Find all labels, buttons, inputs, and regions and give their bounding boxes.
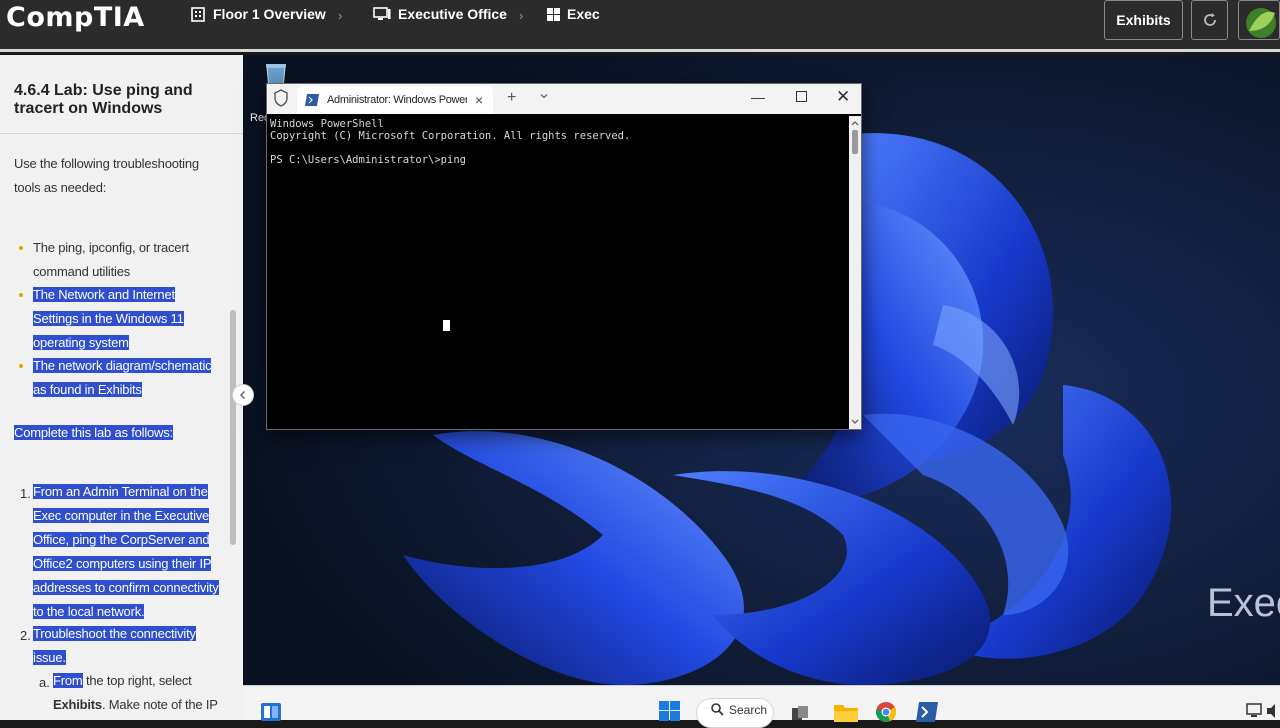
scrollbar-thumb[interactable] — [852, 130, 858, 154]
powershell-window[interactable]: Administrator: Windows PowerShell × + — … — [266, 83, 862, 430]
breadcrumb-label: Executive Office — [398, 6, 507, 22]
chevron-down-icon[interactable] — [849, 417, 861, 427]
tool-item: The network diagram/schematic as found i… — [33, 354, 215, 402]
tool-item-text: The network diagram/schematic as found i… — [33, 358, 212, 397]
widgets-icon[interactable] — [260, 702, 282, 722]
panel-scrollbar[interactable] — [230, 310, 236, 545]
comptia-logo: CompTIA — [6, 2, 145, 33]
close-icon[interactable]: ✕ — [836, 87, 850, 107]
collapse-panel-button[interactable] — [232, 384, 254, 406]
terminal-output[interactable]: Windows PowerShell Copyright (C) Microso… — [267, 114, 847, 429]
chevron-down-icon[interactable] — [539, 91, 549, 101]
top-bar: CompTIA Floor 1 Overview › Executive Off… — [0, 0, 1280, 52]
bullet — [19, 246, 23, 250]
step-number: 2. — [20, 628, 31, 643]
refresh-icon — [1203, 13, 1216, 26]
text-cursor — [443, 320, 450, 331]
close-tab-icon[interactable]: × — [475, 92, 483, 108]
bullet — [19, 364, 23, 368]
new-tab-icon[interactable]: + — [507, 89, 516, 107]
breadcrumb-floor-overview[interactable]: Floor 1 Overview — [190, 6, 326, 22]
tool-item: The ping, ipconfig, or tracert command u… — [33, 236, 223, 284]
minimize-icon[interactable]: — — [751, 89, 765, 105]
substep-text-start: From — [53, 673, 83, 688]
divider — [0, 133, 243, 134]
shield-icon — [274, 89, 288, 107]
tool-item: The Network and Internet Settings in the… — [33, 283, 223, 355]
maximize-icon[interactable] — [796, 91, 807, 102]
bullet — [19, 293, 23, 297]
substep-text-rest: the top right, select — [82, 673, 192, 688]
terminal-tab[interactable]: Administrator: Windows PowerShell × — [297, 86, 493, 114]
volume-tray-icon[interactable] — [1266, 703, 1280, 719]
chevron-left-icon — [239, 390, 246, 400]
tool-item-text: The Network and Internet Settings in the… — [33, 287, 184, 350]
taskbar: Search — [243, 685, 1280, 728]
instructions-heading-text: Complete this lab as follows: — [14, 425, 173, 440]
file-explorer-icon[interactable] — [834, 702, 858, 722]
step-text: From an Admin Terminal on the Exec compu… — [33, 484, 219, 619]
task-view-icon[interactable] — [792, 706, 808, 720]
chevron-right-icon: › — [519, 8, 524, 23]
instructions-heading: Complete this lab as follows: — [14, 421, 214, 445]
powershell-icon — [305, 94, 319, 106]
chevron-right-icon: › — [338, 8, 343, 23]
search-icon — [711, 703, 724, 716]
taskbar-search[interactable]: Search — [696, 698, 774, 728]
tool-item-text: The ping, ipconfig, or tracert command u… — [33, 240, 189, 279]
terminal-icon[interactable] — [916, 702, 938, 722]
chevron-up-icon[interactable] — [849, 118, 861, 128]
step-item: From an Admin Terminal on the Exec compu… — [33, 480, 225, 624]
step-number: 1. — [20, 486, 31, 501]
terminal-tab-title: Administrator: Windows PowerShell — [327, 94, 467, 106]
building-icon — [191, 7, 205, 22]
settings-button[interactable] — [1238, 0, 1280, 40]
lab-intro: Use the following troubleshooting tools … — [14, 156, 199, 195]
refresh-button[interactable] — [1191, 0, 1228, 40]
step-item: Troubleshoot the connectivity issue. — [33, 622, 213, 670]
lab-title: 4.6.4 Lab: Use ping and tracert on Windo… — [14, 82, 193, 117]
substep-item: From the top right, select Exhibits. Mak… — [53, 669, 228, 717]
terminal-scrollbar[interactable] — [849, 116, 861, 429]
leaf-logo-icon — [1246, 8, 1276, 38]
computer-name-label: Exec — [1207, 581, 1280, 625]
breadcrumb-executive-office[interactable]: Executive Office — [373, 6, 507, 22]
breadcrumb-label: Exec — [567, 6, 600, 22]
substep-text-bold: Exhibits — [53, 697, 102, 712]
breadcrumb-exec[interactable]: Exec — [547, 6, 600, 22]
breadcrumb-label: Floor 1 Overview — [213, 6, 326, 22]
start-button-icon[interactable] — [659, 701, 681, 721]
windows-logo-icon — [547, 7, 560, 21]
step-text: Troubleshoot the connectivity issue. — [33, 626, 196, 665]
substep-letter: a. — [39, 675, 50, 690]
computer-monitor-icon — [373, 7, 391, 20]
search-label: Search — [729, 703, 768, 717]
terminal-titlebar[interactable]: Administrator: Windows PowerShell × + — … — [267, 84, 861, 114]
substep-text-end: . Make note of the IP — [101, 697, 218, 712]
network-tray-icon[interactable] — [1246, 703, 1264, 719]
exhibits-button[interactable]: Exhibits — [1104, 0, 1183, 40]
